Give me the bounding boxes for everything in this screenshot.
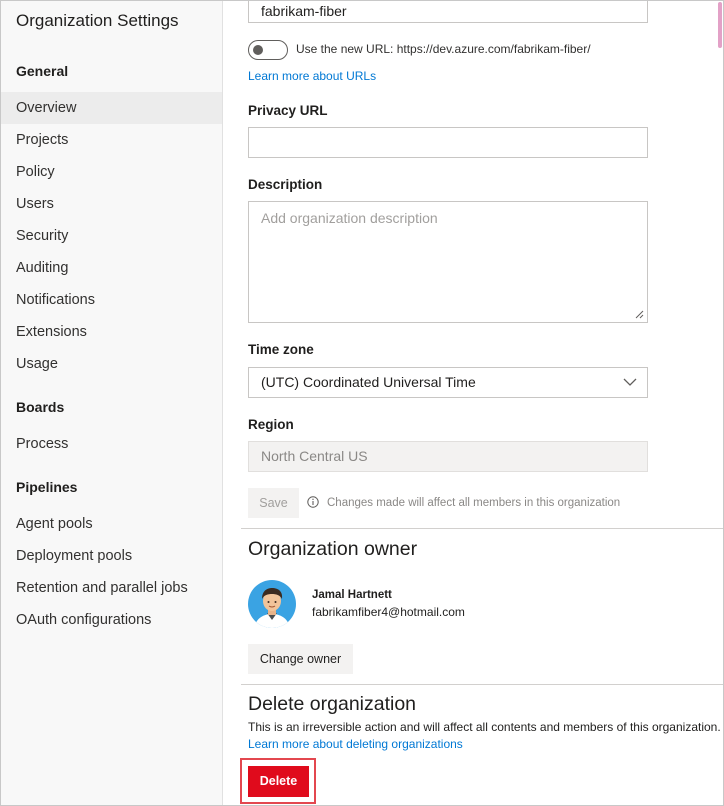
chevron-down-icon bbox=[623, 378, 637, 386]
group-label-general: General bbox=[16, 63, 69, 79]
sidebar-title: Organization Settings bbox=[16, 11, 179, 30]
sidebar-item-users[interactable]: Users bbox=[1, 188, 222, 220]
sidebar-item-overview[interactable]: Overview bbox=[1, 92, 222, 124]
timezone-value: (UTC) Coordinated Universal Time bbox=[261, 374, 476, 390]
section-divider bbox=[241, 684, 723, 685]
privacy-url-input[interactable] bbox=[248, 127, 648, 158]
delete-section-title: Delete organization bbox=[248, 693, 417, 715]
sidebar-item-process[interactable]: Process bbox=[1, 428, 222, 460]
learn-more-delete-link[interactable]: Learn more about deleting organizations bbox=[248, 737, 463, 751]
sidebar-item-notifications[interactable]: Notifications bbox=[1, 284, 222, 316]
change-owner-button[interactable]: Change owner bbox=[248, 644, 353, 674]
description-label: Description bbox=[248, 177, 323, 192]
group-label-pipelines: Pipelines bbox=[16, 479, 78, 495]
description-textarea[interactable]: Add organization description bbox=[248, 201, 648, 323]
description-placeholder: Add organization description bbox=[261, 210, 438, 226]
timezone-dropdown[interactable]: (UTC) Coordinated Universal Time bbox=[248, 367, 648, 398]
group-label-boards: Boards bbox=[16, 399, 65, 415]
scrollbar-thumb[interactable] bbox=[718, 2, 722, 48]
sidebar-item-usage[interactable]: Usage bbox=[1, 348, 222, 380]
sidebar-item-security[interactable]: Security bbox=[1, 220, 222, 252]
organization-name-input[interactable]: fabrikam-fiber bbox=[248, 1, 648, 23]
settings-sidebar: Organization Settings General Overview P… bbox=[1, 1, 223, 805]
sidebar-item-deployment-pools[interactable]: Deployment pools bbox=[1, 540, 222, 572]
learn-more-urls-link[interactable]: Learn more about URLs bbox=[248, 69, 376, 83]
delete-button[interactable]: Delete bbox=[248, 766, 309, 797]
resize-handle-icon[interactable] bbox=[635, 310, 644, 319]
avatar bbox=[248, 580, 296, 628]
info-icon bbox=[307, 496, 319, 508]
owner-section-title: Organization owner bbox=[248, 538, 418, 560]
save-note: Changes made will affect all members in … bbox=[327, 497, 621, 509]
sidebar-item-auditing[interactable]: Auditing bbox=[1, 252, 222, 284]
delete-description: This is an irreversible action and will … bbox=[248, 720, 721, 734]
new-url-toggle[interactable] bbox=[248, 40, 288, 60]
privacy-url-label: Privacy URL bbox=[248, 103, 328, 118]
sidebar-item-extensions[interactable]: Extensions bbox=[1, 316, 222, 348]
sidebar-item-agent-pools[interactable]: Agent pools bbox=[1, 508, 222, 540]
new-url-toggle-label: Use the new URL: https://dev.azure.com/f… bbox=[296, 42, 591, 56]
sidebar-item-retention[interactable]: Retention and parallel jobs bbox=[1, 572, 222, 604]
section-divider bbox=[241, 528, 723, 529]
sidebar-item-policy[interactable]: Policy bbox=[1, 156, 222, 188]
overview-panel: fabrikam-fiber Use the new URL: https://… bbox=[224, 1, 723, 805]
region-input: North Central US bbox=[248, 441, 648, 472]
region-label: Region bbox=[248, 417, 294, 432]
toggle-knob bbox=[253, 45, 263, 55]
save-button[interactable]: Save bbox=[248, 488, 299, 518]
sidebar-item-oauth[interactable]: OAuth configurations bbox=[1, 604, 222, 636]
timezone-label: Time zone bbox=[248, 342, 314, 357]
owner-email: fabrikamfiber4@hotmail.com bbox=[312, 605, 465, 619]
sidebar-item-projects[interactable]: Projects bbox=[1, 124, 222, 156]
owner-name: Jamal Hartnett bbox=[312, 589, 392, 601]
